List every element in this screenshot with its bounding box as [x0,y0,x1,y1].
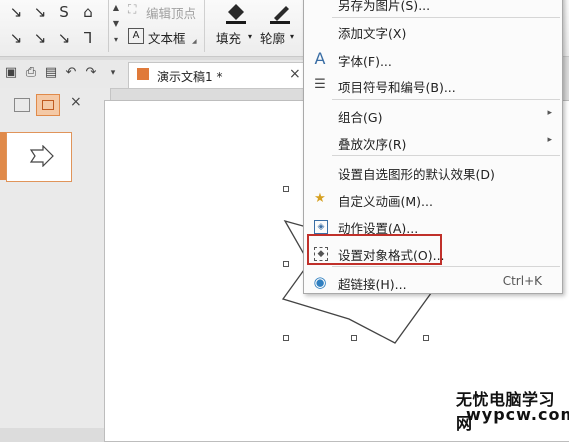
textbox-icon: A [128,28,144,44]
slides-view-icon[interactable] [36,94,60,116]
thumbnail-arrow-shape [29,145,54,167]
close-panel-icon[interactable]: × [70,94,82,110]
menu-label: 超链接(H)... [338,277,407,292]
line-icon[interactable]: ↘ [6,28,26,48]
curve-icon[interactable]: S [54,2,74,22]
menu-item-order[interactable]: 叠放次序(R) ▸ [304,128,562,156]
double-arrow-icon[interactable]: ↘ [54,28,74,48]
menu-label: 添加文字(X) [338,26,407,41]
menu-label: 自定义动画(M)... [338,194,433,209]
ribbon-divider [204,0,205,52]
slides-view-glyph [42,100,54,110]
fill-label: 填充 [216,31,242,46]
line-arrow-icon[interactable]: ↘ [6,2,26,22]
fill-dropdown-icon: ▾ [248,32,253,41]
presentation-doc-icon [137,68,149,80]
paint-bucket-icon [226,4,246,24]
resize-handle[interactable] [351,335,357,341]
freeform-icon[interactable]: ⌂ [78,2,98,22]
hyperlink-icon: ◉ [313,273,327,291]
outline-label: 轮廓 [260,31,286,46]
menu-item-default-effect[interactable]: 设置自选图形的默认效果(D) [304,158,562,186]
menu-label: 字体(F)... [338,54,392,69]
undo-icon[interactable]: ↶ [64,66,78,80]
arrow-icon[interactable]: ↘ [30,28,50,48]
save-icon[interactable]: ▣ [4,66,18,80]
shape-gallery: ↘ ↘ S ⌂ ↘ ↘ ↘ ⅂ [6,2,104,52]
font-A-icon: A [314,49,326,68]
textbox-label: 文本框 [148,31,186,46]
resize-handle[interactable] [283,261,289,267]
gallery-expand-icon[interactable]: ▾ [109,32,123,48]
edit-vertex-label: 编辑顶点 [146,6,197,21]
star-animation-icon: ★ [314,191,326,206]
print-icon[interactable]: ⎙ [24,66,38,80]
resize-handle[interactable] [423,335,429,341]
menu-label: 设置自选图形的默认效果(D) [338,167,495,182]
textbox-button[interactable]: A 文本框 ◢ [128,26,200,46]
edit-vertex-icon: ⛶ [128,2,137,16]
document-title: 演示文稿1 * [157,70,223,84]
line-arrow-icon[interactable]: ↘ [30,2,50,22]
menu-item-hyperlink[interactable]: ◉ 超链接(H)... Ctrl+K [304,268,562,296]
document-tab[interactable]: 演示文稿1 * × [128,62,310,88]
menu-label: 项目符号和编号(B)... [338,80,456,95]
menu-shortcut: Ctrl+K [502,274,542,288]
menu-separator [332,99,560,100]
menu-label: 叠放次序(R) [338,137,407,152]
scroll-up-icon[interactable]: ▲ [109,0,123,16]
menu-item-font[interactable]: A 字体(F)... [304,45,562,73]
watermark-url: wypcw.com [466,405,569,424]
highlight-box [307,234,442,265]
print-preview-icon[interactable]: ▤ [44,66,58,80]
edit-vertex-button[interactable]: ⛶ 编辑顶点 [128,2,208,21]
connector-icon[interactable]: ⅂ [78,28,98,48]
dropdown-icon: ◢ [192,38,197,45]
gallery-scroll[interactable]: ▲ ▼ ▾ [108,0,123,52]
customize-dropdown-icon[interactable]: ▾ [106,66,120,80]
submenu-arrow-icon: ▸ [547,108,552,118]
resize-handle[interactable] [283,335,289,341]
bullet-list-icon: ☰ [314,77,326,92]
redo-icon[interactable]: ↷ [84,66,98,80]
menu-label: 另存为图片(S)... [338,0,431,13]
menu-separator [332,266,560,267]
menu-item-group[interactable]: 组合(G) ▸ [304,101,562,129]
slide-thumbnail[interactable] [6,132,72,182]
menu-item-custom-animation[interactable]: ★ 自定义动画(M)... [304,185,562,213]
menu-item-bullets[interactable]: ☰ 项目符号和编号(B)... [304,71,562,99]
close-tab-icon[interactable]: × [289,66,301,82]
menu-item-add-text[interactable]: 添加文字(X) [304,17,562,45]
menu-label: 组合(G) [338,110,383,125]
outline-view-icon[interactable] [14,98,30,112]
outline-dropdown-icon: ▾ [290,32,295,41]
submenu-arrow-icon: ▸ [547,135,552,145]
action-icon: ◈ [314,220,328,234]
pen-outline-icon [270,6,290,24]
outline-button[interactable]: 轮廓 ▾ [260,0,304,52]
menu-separator [332,155,560,156]
fill-button[interactable]: 填充 ▾ [216,0,260,52]
scroll-down-icon[interactable]: ▼ [109,16,123,32]
resize-handle[interactable] [283,186,289,192]
